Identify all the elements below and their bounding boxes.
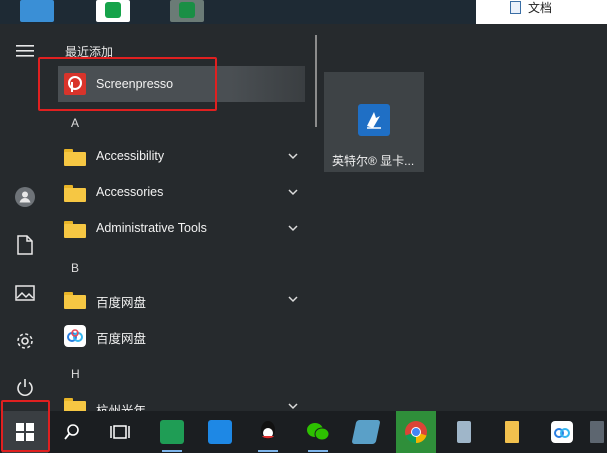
folder-item-accessibility[interactable]: Accessibility (58, 140, 306, 174)
intel-graphics-icon (358, 104, 390, 136)
pictures-icon[interactable] (13, 281, 37, 305)
task-view-icon (110, 425, 130, 439)
baidu-netdisk-icon (551, 421, 573, 443)
qq-icon (261, 421, 275, 439)
taskbar-app-recycle-bin[interactable] (444, 411, 484, 453)
folder-label: 杭州光年 (96, 404, 147, 411)
meeting-app-icon (160, 420, 184, 444)
chevron-down-icon (288, 189, 298, 196)
calculator-icon (590, 421, 604, 443)
running-indicator (162, 450, 182, 452)
folder-icon (64, 182, 86, 204)
folder-icon (64, 289, 86, 311)
chrome-icon (405, 421, 427, 444)
power-icon[interactable] (13, 376, 37, 400)
app-label: 百度网盘 (96, 332, 147, 346)
folder-label: Accessories (96, 185, 164, 199)
highlight-box-screenpresso (38, 57, 217, 111)
taskbar-app-feishu[interactable] (200, 411, 240, 453)
chevron-down-icon (288, 296, 298, 303)
taskbar-app-wechat[interactable] (298, 411, 338, 453)
wechat-icon (307, 423, 330, 441)
running-indicator (258, 450, 278, 452)
taskbar-app-calculator[interactable] (590, 411, 607, 453)
group-letter-a: A (71, 116, 80, 130)
running-indicator (308, 450, 328, 452)
notes-app-icon (351, 420, 381, 444)
taskbar (0, 411, 607, 453)
search-icon (64, 424, 79, 440)
search-button[interactable] (52, 411, 92, 453)
group-letter-b: B (71, 261, 80, 275)
folder-item-accessories[interactable]: Accessories (58, 176, 306, 210)
taskbar-app-file-explorer[interactable] (492, 411, 532, 453)
taskbar-app-baidu-netdisk[interactable] (542, 411, 582, 453)
folder-item-administrative-tools[interactable]: Administrative Tools (58, 212, 306, 246)
taskbar-app-qq[interactable] (248, 411, 288, 453)
taskbar-app-meeting[interactable] (152, 411, 192, 453)
tile-label: 英特尔® 显卡... (332, 154, 415, 168)
folder-label: Administrative Tools (96, 221, 207, 235)
chevron-down-icon (288, 403, 298, 410)
feishu-icon (208, 420, 232, 444)
documents-icon[interactable] (13, 233, 37, 257)
folder-label: Accessibility (96, 149, 165, 163)
scrollbar[interactable] (315, 35, 317, 127)
file-explorer-icon (505, 421, 519, 443)
folder-label: 百度网盘 (96, 296, 147, 310)
user-avatar-icon[interactable] (13, 185, 37, 209)
settings-gear-icon[interactable] (13, 329, 37, 353)
group-letter-h: H (71, 367, 80, 381)
chevron-down-icon (288, 153, 298, 160)
tile-intel-graphics[interactable]: 英特尔® 显卡... (324, 72, 424, 172)
file-explorer-window[interactable]: 文档 (476, 0, 607, 24)
folder-item-hangzhou-guangnian[interactable]: 杭州光年 (58, 391, 306, 411)
wps-sheet-icon[interactable] (96, 0, 130, 22)
folder-item-baidu-netdisk[interactable]: 百度网盘 (58, 283, 306, 317)
chevron-down-icon (288, 225, 298, 232)
folder-icon (64, 146, 86, 168)
wps-sheet-icon[interactable] (170, 0, 204, 22)
taskbar-app-chrome[interactable] (396, 411, 436, 453)
task-view-button[interactable] (100, 411, 140, 453)
documents-label: 文档 (528, 1, 553, 15)
highlight-box-start-button (1, 400, 50, 452)
app-item-baidu-netdisk[interactable]: 百度网盘 (58, 319, 306, 353)
folder-icon (64, 218, 86, 240)
recycle-bin-icon (457, 421, 471, 443)
taskbar-app-notes[interactable] (346, 411, 386, 453)
control-panel-icon[interactable] (20, 0, 54, 22)
baidu-netdisk-icon (64, 325, 86, 347)
hamburger-menu-icon[interactable] (13, 39, 37, 63)
documents-icon (510, 1, 521, 14)
folder-icon (64, 395, 86, 411)
